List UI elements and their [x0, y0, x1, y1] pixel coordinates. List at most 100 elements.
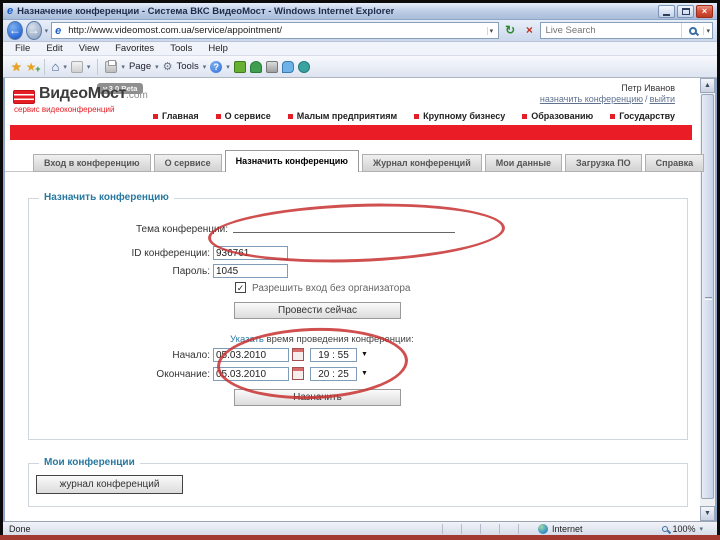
addon-icon-2[interactable]: [250, 61, 262, 73]
add-favorite-icon[interactable]: ★: [26, 61, 37, 73]
menu-edit[interactable]: Edit: [38, 43, 70, 54]
topic-label: Тема конференции:: [65, 224, 228, 235]
tools-menu-button[interactable]: Tools: [177, 61, 199, 72]
search-input[interactable]: [541, 25, 681, 36]
search-icon: [689, 27, 697, 35]
vertical-scrollbar[interactable]: ▲ ▼: [700, 78, 715, 521]
address-dropdown-icon[interactable]: ▾: [487, 27, 496, 35]
site-tagline: сервис видеоконференций: [14, 105, 114, 114]
scroll-up-icon[interactable]: ▲: [700, 78, 715, 93]
start-now-button[interactable]: Провести сейчас: [234, 302, 401, 319]
end-calendar-icon[interactable]: [292, 367, 304, 380]
conference-id-label: ID конференции:: [65, 248, 210, 259]
start-date-input[interactable]: [213, 348, 289, 362]
addon-icon-3[interactable]: [266, 61, 278, 73]
scroll-down-icon[interactable]: ▼: [700, 506, 715, 521]
menu-help[interactable]: Help: [200, 43, 236, 54]
search-button[interactable]: [681, 23, 703, 38]
end-time-input[interactable]: [310, 367, 357, 381]
nav-about[interactable]: О сервисе: [216, 111, 271, 121]
print-icon[interactable]: [105, 61, 117, 73]
appoint-conference-link[interactable]: назначить конференцию: [540, 94, 643, 104]
window-title: Назначение конференции - Система ВКС Вид…: [17, 6, 394, 17]
site-logo[interactable]: ВидеоМост.com: [39, 85, 148, 103]
start-time-input[interactable]: [310, 348, 357, 362]
videomost-logo-icon: [13, 90, 35, 104]
internet-globe-icon: [538, 524, 548, 534]
conference-id-input[interactable]: [213, 246, 288, 260]
screenshot-stage: e Назначение конференции - Система ВКС В…: [0, 0, 720, 540]
zone-label: Internet: [552, 524, 583, 534]
chat-bubble-icon[interactable]: [282, 61, 294, 73]
addon-icon-5[interactable]: [298, 61, 310, 73]
address-bar[interactable]: e http://www.videomost.com.ua/service/ap…: [51, 22, 499, 39]
nav-large-business[interactable]: Крупному бизнесу: [414, 111, 505, 121]
home-icon[interactable]: ⌂: [52, 61, 60, 73]
my-conferences-legend: Мои конференции: [39, 457, 140, 468]
minimize-button[interactable]: [658, 5, 675, 18]
back-button[interactable]: ←: [7, 21, 23, 40]
ie-icon: e: [7, 5, 13, 17]
red-bullet-icon: [288, 114, 293, 119]
allow-entry-label: Разрешить вход без организатора: [252, 283, 410, 294]
zoom-level: 100%: [672, 524, 695, 534]
start-calendar-icon[interactable]: [292, 348, 304, 361]
browser-window: e Назначение конференции - Система ВКС В…: [3, 3, 717, 535]
end-time-dropdown-icon[interactable]: ▼: [361, 370, 368, 377]
zoom-dropdown-icon[interactable]: ▾: [699, 525, 703, 533]
conference-journal-button[interactable]: журнал конференций: [36, 475, 183, 494]
feed-dropdown-icon[interactable]: ▾: [87, 63, 91, 71]
tab-appoint-conference[interactable]: Назначить конференцию: [225, 150, 359, 172]
end-label: Окончание:: [105, 369, 210, 380]
stop-button[interactable]: ×: [521, 22, 537, 40]
topic-input[interactable]: [233, 219, 455, 233]
nav-small-business[interactable]: Малым предприятиям: [288, 111, 397, 121]
status-text: Done: [3, 524, 433, 534]
schedule-link[interactable]: Указать: [230, 334, 264, 345]
menu-favorites[interactable]: Favorites: [107, 43, 162, 54]
rss-feed-icon[interactable]: [71, 61, 83, 73]
zoom-magnifier-icon: [662, 526, 668, 532]
tab-about-service[interactable]: О сервисе: [154, 154, 222, 172]
logout-link[interactable]: выйти: [650, 94, 675, 104]
start-time-dropdown-icon[interactable]: ▼: [361, 351, 368, 358]
password-input[interactable]: [213, 264, 288, 278]
help-icon[interactable]: ?: [210, 61, 222, 73]
favorites-center-icon[interactable]: ★: [11, 61, 22, 73]
tab-software-download[interactable]: Загрузка ПО: [565, 154, 642, 172]
menu-tools[interactable]: Tools: [162, 43, 200, 54]
end-date-input[interactable]: [213, 367, 289, 381]
nav-government[interactable]: Государству: [610, 111, 675, 121]
history-dropdown-icon[interactable]: ▾: [45, 27, 49, 35]
site-navigation: Главная О сервисе Малым предприятиям Кру…: [153, 111, 675, 121]
gear-icon[interactable]: ⚙: [163, 61, 173, 73]
user-name: Петр Иванов: [621, 83, 675, 93]
tab-conference-journal[interactable]: Журнал конференций: [362, 154, 482, 172]
help-dropdown-icon[interactable]: ▾: [226, 63, 230, 71]
nav-education[interactable]: Образованию: [522, 111, 593, 121]
schedule-button[interactable]: Назначить: [234, 389, 401, 406]
zoom-control[interactable]: 100% ▾: [662, 524, 717, 534]
maximize-button[interactable]: [677, 5, 694, 18]
tools-dropdown-icon[interactable]: ▾: [203, 63, 207, 71]
tab-help[interactable]: Справка: [645, 154, 704, 172]
menu-file[interactable]: File: [7, 43, 38, 54]
allow-entry-checkbox[interactable]: ✓: [235, 282, 246, 293]
red-bullet-icon: [216, 114, 221, 119]
close-button[interactable]: ×: [696, 5, 713, 18]
url-text[interactable]: http://www.videomost.com.ua/service/appo…: [68, 25, 483, 36]
title-bar: e Назначение конференции - Система ВКС В…: [3, 3, 717, 20]
home-dropdown-icon[interactable]: ▾: [63, 63, 67, 71]
tab-join-conference[interactable]: Вход в конференцию: [33, 154, 151, 172]
address-toolbar: ← → ▾ e http://www.videomost.com.ua/serv…: [3, 20, 717, 42]
page-menu-button[interactable]: Page: [129, 61, 151, 72]
print-dropdown-icon[interactable]: ▾: [121, 63, 125, 71]
page-dropdown-icon[interactable]: ▾: [155, 63, 159, 71]
nav-home[interactable]: Главная: [153, 111, 199, 121]
tab-my-data[interactable]: Мои данные: [485, 154, 562, 172]
search-options-dropdown-icon[interactable]: ▾: [703, 27, 712, 35]
menu-view[interactable]: View: [71, 43, 107, 54]
forward-button[interactable]: →: [26, 21, 42, 40]
addon-icon-1[interactable]: [234, 61, 246, 73]
refresh-button[interactable]: ↻: [502, 22, 518, 40]
